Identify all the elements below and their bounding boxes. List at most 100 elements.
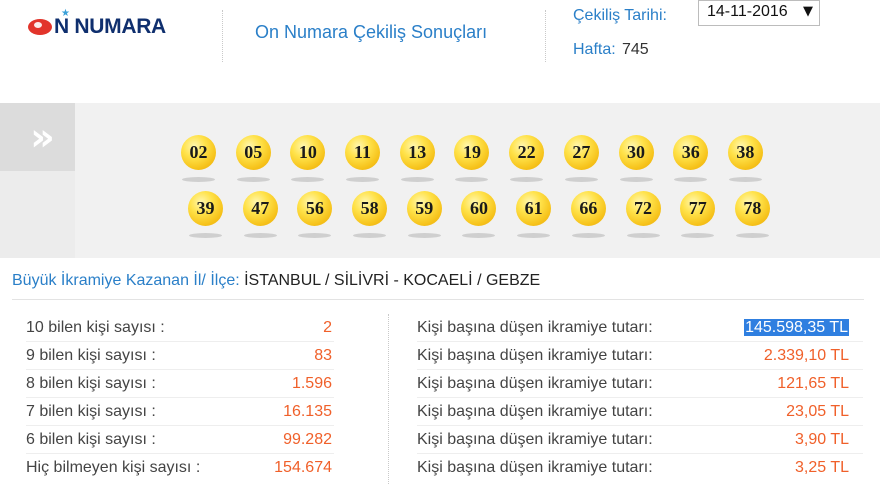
results-row: 9 bilen kişi sayısı : 83 Kişi başına düşen… [0, 342, 880, 370]
winner-count: 16.135 [283, 403, 332, 420]
number-ball-shadow [353, 233, 387, 238]
number-ball: 13 [399, 135, 435, 170]
number-ball: 66 [570, 191, 606, 226]
number-ball: 56 [297, 191, 333, 226]
logo-ball-icon [28, 19, 52, 35]
number-ball: 72 [625, 191, 661, 226]
number-ball-cell: 27 [563, 135, 619, 187]
number-ball-cell: 05 [235, 135, 291, 187]
number-ball-cell: 47 [242, 191, 298, 243]
number-ball: 59 [406, 191, 442, 226]
number-ball-shadow [189, 233, 222, 238]
results-column-divider [388, 314, 389, 484]
prize-amount: 3,25 TL [700, 459, 849, 477]
number-ball-shadow [291, 177, 325, 182]
on-numara-logo[interactable]: ★ N NUMARA [28, 8, 188, 42]
prize-per-person-label: Kişi başına düşen ikramiye tutarı: [417, 403, 653, 420]
number-ball: 78 [734, 191, 770, 226]
prize-per-person-label: Kişi başına düşen ikramiye tutarı: [417, 459, 653, 476]
results-row: 6 bilen kişi sayısı : 99.282 Kişi başına d… [0, 426, 880, 454]
number-ball-shadow [728, 177, 762, 182]
week-value: 745 [622, 41, 649, 58]
draw-date-value: 14-11-2016 [707, 3, 788, 20]
draw-date-select[interactable]: 14-11-2016 ▼ [698, 0, 820, 26]
prize-amount: 145.598,35 TL [700, 319, 849, 337]
header: ★ N NUMARA On Numara Çekiliş Sonuçları Ç… [0, 0, 880, 100]
number-ball-shadow [407, 233, 441, 238]
number-ball-shadow [626, 233, 660, 238]
prize-per-person-label: Kişi başına düşen ikramiye tutarı: [417, 319, 653, 336]
number-ball: 02 [181, 135, 216, 170]
prize-amount-value: 3,90 TL [795, 431, 849, 448]
winner-count: 83 [314, 347, 332, 364]
winner-count: 99.282 [283, 431, 332, 448]
number-ball-cell: 61 [516, 191, 571, 243]
number-ball: 10 [290, 135, 326, 170]
number-ball: 30 [618, 135, 654, 170]
winning-numbers-band: » 02 05 10 11 13 19 22 27 30 36 38 39 47 56 58 59 60 61 6… [0, 103, 880, 258]
draw-date-label: Çekiliş Tarihi: [573, 7, 667, 24]
double-chevron-right-icon[interactable]: » [0, 103, 75, 171]
number-ball-cell: 72 [625, 191, 681, 243]
number-ball-cell: 11 [345, 135, 400, 187]
chevron-down-icon: ▼ [803, 4, 813, 19]
number-ball-cell: 56 [297, 191, 352, 243]
number-ball-cell: 60 [461, 191, 516, 243]
number-ball: 19 [454, 135, 490, 170]
prize-amount: 2.339,10 TL [700, 347, 849, 365]
winner-count: 154.674 [274, 459, 332, 476]
number-ball: 11 [345, 135, 381, 170]
results-row: Hiç bilmeyen kişi sayısı : 154.674 Kişi ba… [0, 454, 880, 482]
number-ball-cell: 30 [618, 135, 674, 187]
number-ball: 22 [509, 135, 545, 170]
prize-amount-value: 3,25 TL [795, 459, 849, 476]
prize-amount-value: 2.339,10 TL [763, 347, 849, 364]
number-ball-shadow [462, 233, 496, 238]
number-ball-cell: 02 [181, 135, 236, 187]
number-ball-shadow [735, 233, 769, 238]
number-ball: 47 [242, 191, 278, 226]
number-ball: 38 [727, 135, 763, 170]
week-label: Hafta: [573, 41, 616, 58]
number-ball-shadow [564, 177, 598, 182]
jackpot-winner-location: Büyük İkramiye Kazanan İl/ İlçe: İSTANBU… [12, 272, 540, 290]
logo-star-icon: ★ [61, 8, 70, 19]
winner-location-value: İSTANBUL / SİLİVRİ - KOCAELİ / GEBZE [244, 272, 541, 289]
prize-per-person-label: Kişi başına düşen ikramiye tutarı: [417, 431, 653, 448]
number-ball-cell: 78 [734, 191, 790, 243]
number-ball-cell: 39 [188, 191, 243, 243]
number-ball: 61 [516, 191, 552, 226]
number-ball: 60 [461, 191, 497, 226]
prize-amount-value: 121,65 TL [777, 375, 849, 392]
prize-per-person-label: Kişi başına düşen ikramiye tutarı: [417, 375, 653, 392]
header-divider [545, 10, 546, 62]
number-ball-shadow [619, 177, 653, 182]
number-ball: 27 [563, 135, 599, 170]
prize-per-person-label: Kişi başına düşen ikramiye tutarı: [417, 347, 653, 364]
number-ball-shadow [681, 233, 715, 238]
number-ball-cell: 10 [290, 135, 345, 187]
number-ball-shadow [571, 233, 605, 238]
logo-text: N NUMARA [54, 15, 166, 38]
number-ball: 05 [235, 135, 271, 170]
number-ball: 39 [188, 191, 223, 226]
number-ball-cell: 22 [509, 135, 564, 187]
prize-amount: 23,05 TL [700, 403, 849, 421]
number-ball-cell: 58 [352, 191, 407, 243]
match-count-label: Hiç bilmeyen kişi sayısı : [26, 459, 201, 476]
header-divider [222, 10, 223, 62]
section-divider [12, 299, 864, 300]
number-ball: 36 [673, 135, 709, 170]
number-ball-shadow [674, 177, 708, 182]
numbers-row-1: 02 05 10 11 13 19 22 27 30 36 38 [181, 135, 783, 187]
number-ball-cell: 66 [570, 191, 626, 243]
number-ball-shadow [243, 233, 277, 238]
results-row: 8 bilen kişi sayısı : 1.596 Kişi başına dü… [0, 370, 880, 398]
number-ball-shadow [455, 177, 489, 182]
winner-location-label: Büyük İkramiye Kazanan İl/ İlçe: [12, 272, 240, 289]
numbers-row-2: 39 47 56 58 59 60 61 66 72 77 78 [188, 191, 790, 243]
number-ball-cell: 13 [399, 135, 455, 187]
number-ball-shadow [236, 177, 270, 182]
match-count-label: 8 bilen kişi sayısı : [26, 375, 156, 392]
page-title[interactable]: On Numara Çekiliş Sonuçları [255, 22, 487, 43]
